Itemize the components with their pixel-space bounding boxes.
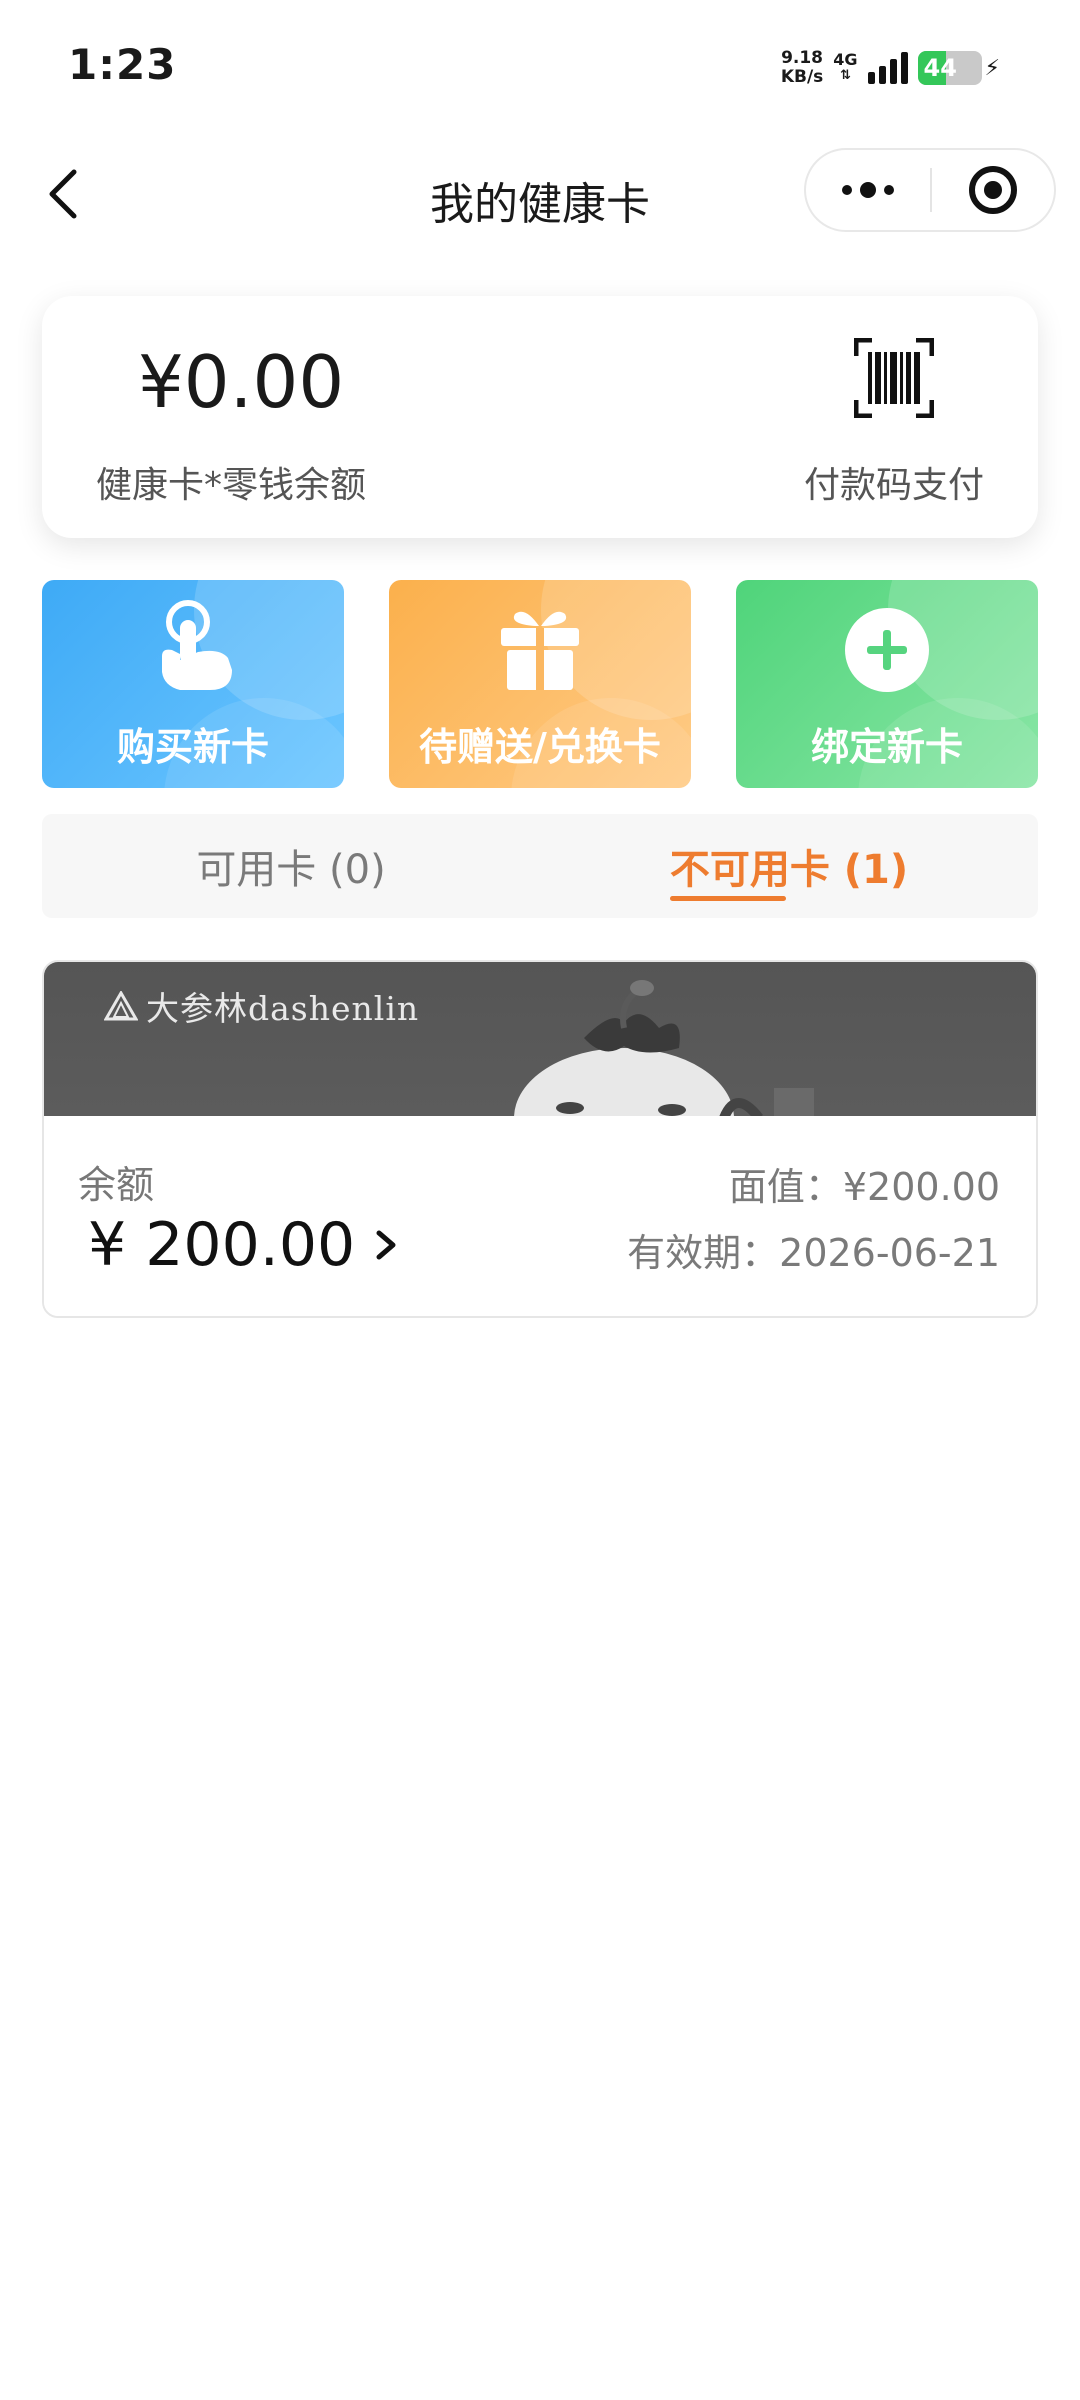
gift-redeem-card-button[interactable]: 待赠送/兑换卡 bbox=[389, 580, 691, 788]
bind-card-button[interactable]: 绑定新卡 bbox=[736, 580, 1038, 788]
card-balance-link[interactable]: ¥ 200.00 bbox=[88, 1210, 401, 1280]
target-circle-icon bbox=[969, 166, 1017, 214]
network-speed: 9.18 KB/s bbox=[781, 49, 823, 87]
miniprogram-capsule bbox=[804, 148, 1056, 232]
battery-level: 44 bbox=[923, 54, 957, 82]
network-speed-value: 9.18 bbox=[781, 48, 824, 68]
status-indicators: 9.18 KB/s 4G ⇅ 44 ⚡ bbox=[781, 46, 1000, 90]
signal-icon bbox=[867, 52, 908, 84]
close-button[interactable] bbox=[932, 150, 1054, 230]
status-bar: 1:23 9.18 KB/s 4G ⇅ 44 ⚡ bbox=[0, 0, 1080, 140]
buy-card-button[interactable]: 购买新卡 bbox=[42, 580, 344, 788]
status-time: 1:23 bbox=[68, 40, 177, 89]
balance-label: 健康卡*零钱余额 bbox=[96, 465, 367, 506]
plus-circle-icon bbox=[845, 608, 929, 692]
card-expiry-date: 有效期：2026-06-21 bbox=[627, 1231, 1000, 1275]
bind-card-label: 绑定新卡 bbox=[810, 725, 963, 769]
chevron-right-icon bbox=[376, 1230, 396, 1260]
balance-card: ¥0.00 健康卡*零钱余额 付款码支付 bbox=[42, 296, 1038, 538]
more-button[interactable] bbox=[806, 150, 930, 230]
brand-logo: 大参林dashenlin bbox=[104, 982, 419, 1030]
card-info: 余额 ¥ 200.00 面值：¥200.00 有效期：2026-06-21 bbox=[44, 1116, 1036, 1316]
card-balance-label: 余额 bbox=[78, 1163, 155, 1207]
network-speed-unit: KB/s bbox=[780, 67, 824, 87]
tab-unavailable-cards[interactable]: 不可用卡 (1) bbox=[540, 814, 1038, 918]
card-tabs: 可用卡 (0) 不可用卡 (1) bbox=[42, 814, 1038, 918]
action-tiles: 购买新卡 待赠送/兑换卡 绑定新卡 bbox=[42, 580, 1038, 788]
brand-name: 大参林dashenlin bbox=[146, 989, 420, 1028]
tap-hand-icon bbox=[162, 600, 232, 690]
battery-icon: 44 ⚡ bbox=[917, 51, 1000, 85]
card-face-value: 面值：¥200.00 bbox=[728, 1165, 1000, 1209]
network-type-label: 4G bbox=[833, 50, 858, 69]
active-tab-indicator bbox=[670, 896, 786, 901]
gift-icon bbox=[501, 611, 579, 690]
gift-redeem-card-label: 待赠送/兑换卡 bbox=[419, 725, 661, 769]
barcode-scan-icon[interactable] bbox=[854, 338, 934, 418]
buy-card-label: 购买新卡 bbox=[116, 725, 269, 769]
network-type: 4G ⇅ bbox=[833, 52, 857, 84]
title-bar: 我的健康卡 bbox=[0, 140, 1080, 250]
card-balance-value: ¥ 200.00 bbox=[88, 1210, 356, 1280]
tab-available-cards[interactable]: 可用卡 (0) bbox=[42, 814, 540, 918]
dashenlin-logo-icon bbox=[104, 991, 138, 1021]
card-cover-image: 大参林dashenlin bbox=[44, 962, 1036, 1116]
paycode-pay-button[interactable]: 付款码支付 bbox=[804, 456, 984, 508]
mascot-illustration bbox=[514, 980, 814, 1116]
health-card-item[interactable]: 大参林dashenlin 余额 ¥ 200.00 面值：¥200.00 有效期：… bbox=[42, 960, 1038, 1318]
balance-amount: ¥0.00 bbox=[138, 340, 345, 424]
data-arrows-icon: ⇅ bbox=[839, 68, 851, 83]
charging-icon: ⚡ bbox=[984, 55, 1000, 81]
